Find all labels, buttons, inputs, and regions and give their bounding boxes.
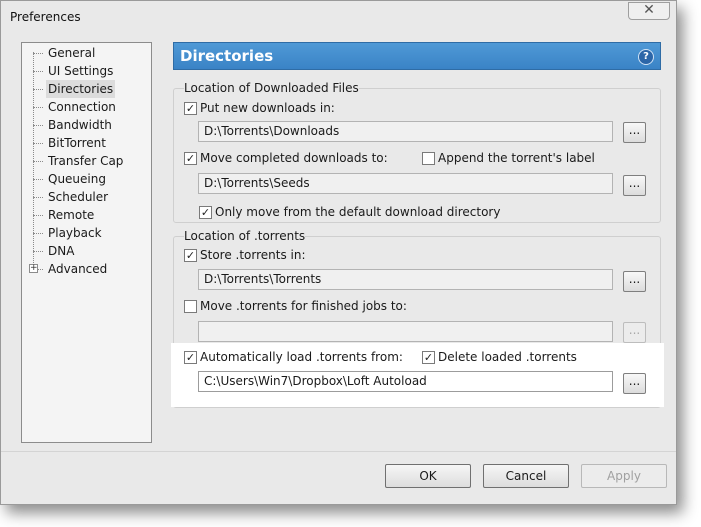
autoload-torrents-checkbox[interactable] xyxy=(184,351,197,364)
apply-button[interactable]: Apply xyxy=(581,464,667,488)
ok-button[interactable]: OK xyxy=(385,464,471,488)
category-tree: General UI Settings Directories Connecti… xyxy=(21,42,152,443)
move-finished-torrents-label: Move .torrents for finished jobs to: xyxy=(200,299,407,313)
autoload-torrents-label: Automatically load .torrents from: xyxy=(200,350,403,364)
cancel-button[interactable]: Cancel xyxy=(483,464,569,488)
store-torrents-label: Store .torrents in: xyxy=(200,248,306,262)
store-torrents-path-field[interactable]: D:\Torrents\Torrents xyxy=(198,269,613,290)
put-new-downloads-label: Put new downloads in: xyxy=(200,101,335,115)
store-torrents-checkbox[interactable] xyxy=(184,249,197,262)
only-move-default-label: Only move from the default download dire… xyxy=(215,205,501,219)
move-finished-torrents-checkbox[interactable] xyxy=(184,300,197,313)
completed-path-field[interactable]: D:\Torrents\Seeds xyxy=(198,173,613,194)
autoload-path-field[interactable]: C:\Users\Win7\Dropbox\Loft Autoload xyxy=(198,371,613,392)
torrents-location-group-title: Location of .torrents xyxy=(184,229,306,243)
delete-loaded-checkbox[interactable] xyxy=(422,351,435,364)
download-path-field[interactable]: D:\Torrents\Downloads xyxy=(198,121,613,142)
footer-separator xyxy=(1,451,676,452)
preferences-window: Preferences ✕ General UI Settings Direct… xyxy=(0,0,677,505)
browse-store-torrents-button[interactable]: ... xyxy=(623,271,646,292)
browse-autoload-path-button[interactable]: ... xyxy=(623,373,646,394)
section-header: Directories ? xyxy=(173,42,661,70)
downloaded-files-group-title: Location of Downloaded Files xyxy=(184,81,359,95)
append-label-label: Append the torrent's label xyxy=(438,151,595,165)
browse-download-path-button[interactable]: ... xyxy=(623,122,646,143)
finished-torrents-path-field[interactable] xyxy=(198,321,613,342)
put-new-downloads-checkbox[interactable] xyxy=(184,102,197,115)
expand-icon[interactable]: + xyxy=(29,264,38,273)
title-bar: Preferences ✕ xyxy=(1,1,676,33)
only-move-default-checkbox[interactable] xyxy=(199,206,212,219)
close-button[interactable]: ✕ xyxy=(628,2,670,20)
append-label-checkbox[interactable] xyxy=(422,152,435,165)
help-icon[interactable]: ? xyxy=(638,49,654,65)
close-icon: ✕ xyxy=(643,2,655,18)
delete-loaded-label: Delete loaded .torrents xyxy=(438,350,577,364)
window-title: Preferences xyxy=(10,10,81,24)
browse-finished-torrents-button[interactable]: ... xyxy=(623,322,646,343)
browse-completed-path-button[interactable]: ... xyxy=(623,175,646,196)
section-title: Directories xyxy=(180,47,274,65)
move-completed-label: Move completed downloads to: xyxy=(200,151,388,165)
move-completed-checkbox[interactable] xyxy=(184,152,197,165)
